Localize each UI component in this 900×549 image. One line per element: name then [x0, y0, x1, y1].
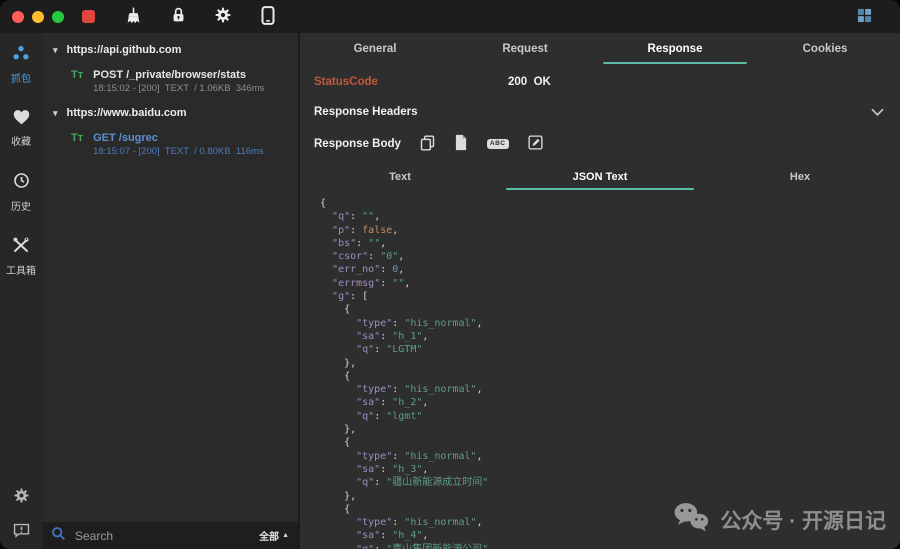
open-in-editor-button[interactable] [528, 135, 543, 153]
app-window: 抓包 收藏 历史 [0, 0, 900, 549]
tab-response[interactable]: Response [600, 33, 750, 65]
feedback-icon [13, 526, 30, 541]
ssl-lock-button[interactable] [168, 5, 188, 29]
stop-icon [82, 10, 95, 23]
detail-panel: General Request Response Cookies StatusC… [300, 33, 900, 549]
layout-grid-icon [857, 11, 872, 26]
nav-item-favorites[interactable]: 收藏 [11, 108, 31, 148]
status-code-value: 200 OK [508, 76, 551, 88]
search-input[interactable] [73, 528, 252, 544]
capture-icon [11, 45, 31, 67]
copy-icon [420, 135, 435, 154]
request-meta: 18:15:07 - [200] TEXT / 0.80KB 116ms [93, 146, 264, 157]
response-headers-label: Response Headers [314, 106, 418, 118]
status-code-row: StatusCode 200 OK [300, 65, 900, 98]
host-label: https://api.github.com [67, 44, 182, 56]
request-title: GET /sugrec [93, 132, 264, 144]
text-type-icon: Tᴛ [71, 132, 83, 145]
layout-toggle-button[interactable] [857, 8, 872, 26]
tab-request[interactable]: Request [450, 33, 600, 65]
feedback-button[interactable] [13, 522, 30, 541]
chevron-down-icon[interactable] [871, 103, 884, 121]
abc-encoding-icon: ABC [487, 139, 509, 150]
file-icon [454, 134, 468, 154]
nav-rail-bottom [0, 487, 42, 541]
gear-icon [214, 6, 232, 27]
settings-button[interactable] [213, 5, 233, 29]
minimize-window-button[interactable] [32, 11, 44, 23]
nav-label: 工具箱 [6, 262, 36, 277]
tab-cookies[interactable]: Cookies [750, 33, 900, 65]
tools-icon [11, 236, 31, 259]
stop-capture-button[interactable] [78, 5, 98, 29]
response-body-label: Response Body [314, 138, 401, 150]
nav-item-toolbox[interactable]: 工具箱 [6, 236, 36, 277]
nav-item-history[interactable]: 历史 [11, 171, 31, 213]
save-body-button[interactable] [454, 134, 468, 154]
body-tab-hex[interactable]: Hex [700, 164, 900, 190]
search-bar: 全部 ▲ [42, 522, 298, 549]
search-filter-dropdown[interactable]: 全部 ▲ [259, 528, 289, 543]
close-window-button[interactable] [12, 11, 24, 23]
tab-general[interactable]: General [300, 33, 450, 65]
request-row-selected[interactable]: Tᴛ GET /sugrec 18:15:07 - [200] TEXT / 0… [42, 124, 298, 165]
request-list-panel: ▾ https://api.github.com Tᴛ POST /_priva… [42, 33, 298, 549]
traffic-lights [0, 11, 64, 23]
host-label: https://www.baidu.com [67, 107, 187, 119]
window-titlebar [0, 0, 900, 33]
toolbar [78, 5, 278, 29]
body-tab-text[interactable]: Text [300, 164, 500, 190]
clear-button[interactable] [123, 5, 143, 29]
encoding-button[interactable]: ABC [487, 139, 509, 150]
response-body-row: Response Body [300, 126, 900, 162]
response-headers-row[interactable]: Response Headers [300, 98, 900, 126]
text-type-icon: Tᴛ [71, 69, 83, 82]
status-code-label: StatusCode [314, 76, 508, 88]
request-row[interactable]: Tᴛ POST /_private/browser/stats 18:15:02… [42, 61, 298, 102]
nav-item-capture[interactable]: 抓包 [11, 45, 31, 85]
nav-label: 收藏 [11, 133, 31, 148]
nav-label: 历史 [11, 198, 31, 213]
detail-tabs: General Request Response Cookies [300, 33, 900, 65]
nav-rail: 抓包 收藏 历史 [0, 33, 42, 549]
phone-icon [261, 6, 275, 28]
copy-body-button[interactable] [420, 135, 435, 154]
nav-label: 抓包 [11, 70, 31, 85]
gear-icon [13, 492, 30, 507]
collapse-caret-icon[interactable]: ▾ [53, 45, 58, 56]
host-group-header[interactable]: ▾ https://www.baidu.com [42, 102, 298, 124]
request-title: POST /_private/browser/stats [93, 69, 264, 81]
filter-caret-icon: ▲ [282, 532, 289, 539]
body-view-tabs: Text JSON Text Hex [300, 164, 900, 190]
search-icon [51, 526, 66, 546]
edit-icon [528, 135, 543, 153]
collapse-caret-icon[interactable]: ▾ [53, 108, 58, 119]
zoom-window-button[interactable] [52, 11, 64, 23]
broom-icon [124, 6, 143, 28]
request-list[interactable]: ▾ https://api.github.com Tᴛ POST /_priva… [42, 33, 298, 522]
filter-label: 全部 [259, 528, 279, 543]
json-code[interactable]: { "q": "", "p": false, "bs": "", "csor":… [300, 190, 900, 549]
heart-icon [12, 108, 31, 130]
body-tab-json-text[interactable]: JSON Text [500, 164, 700, 190]
device-button[interactable] [258, 5, 278, 29]
preferences-button[interactable] [13, 487, 30, 507]
host-group-header[interactable]: ▾ https://api.github.com [42, 39, 298, 61]
request-meta: 18:15:02 - [200] TEXT / 1.06KB 346ms [93, 83, 264, 94]
history-clock-icon [12, 171, 31, 195]
lock-icon [170, 6, 187, 27]
